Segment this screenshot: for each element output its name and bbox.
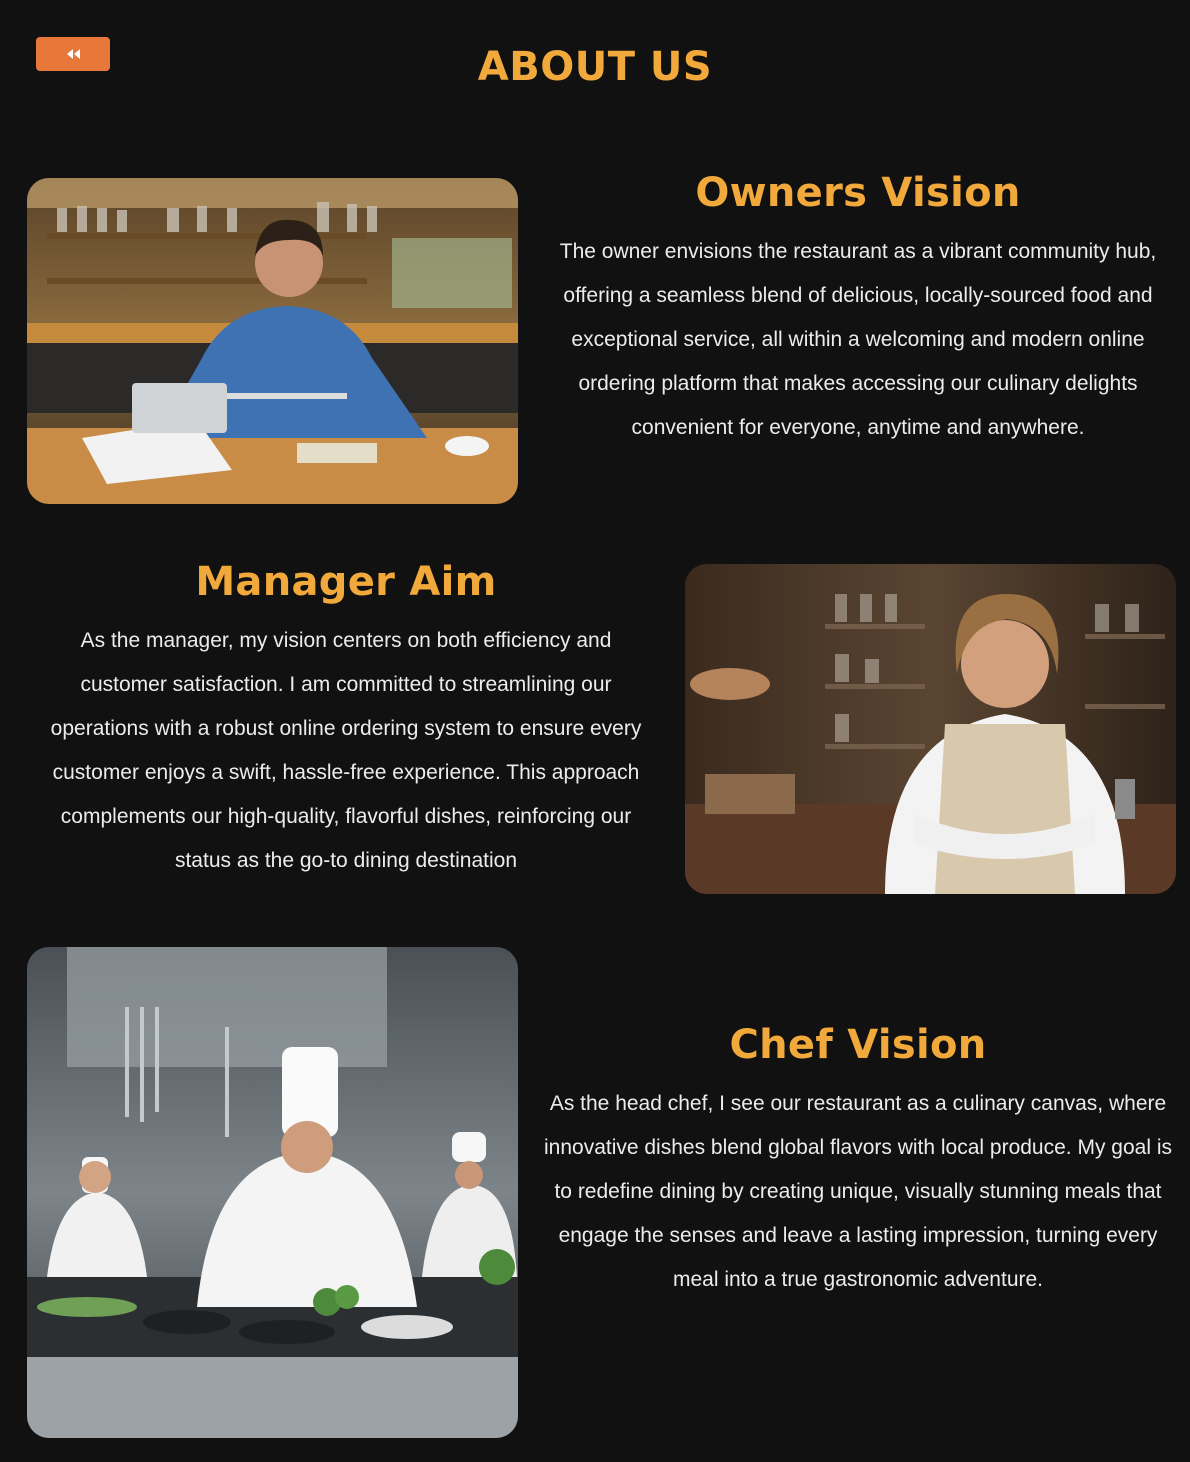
chef-photo [27, 947, 518, 1438]
owners-vision-section: Owners Vision The owner envisions the re… [538, 170, 1178, 450]
section-heading: Owners Vision [695, 170, 1021, 216]
chef-vision-section: Chef Vision As the head chef, I see our … [538, 1022, 1178, 1302]
section-body: The owner envisions the restaurant as a … [559, 240, 1157, 439]
section-body: As the manager, my vision centers on bot… [50, 629, 642, 872]
section-body: As the head chef, I see our restaurant a… [543, 1092, 1172, 1291]
manager-aim-section: Manager Aim As the manager, my vision ce… [40, 559, 652, 883]
owner-photo [27, 178, 518, 504]
manager-photo [685, 564, 1176, 894]
section-heading: Chef Vision [729, 1022, 987, 1068]
page-title: ABOUT US [477, 44, 713, 90]
section-heading: Manager Aim [195, 559, 497, 605]
